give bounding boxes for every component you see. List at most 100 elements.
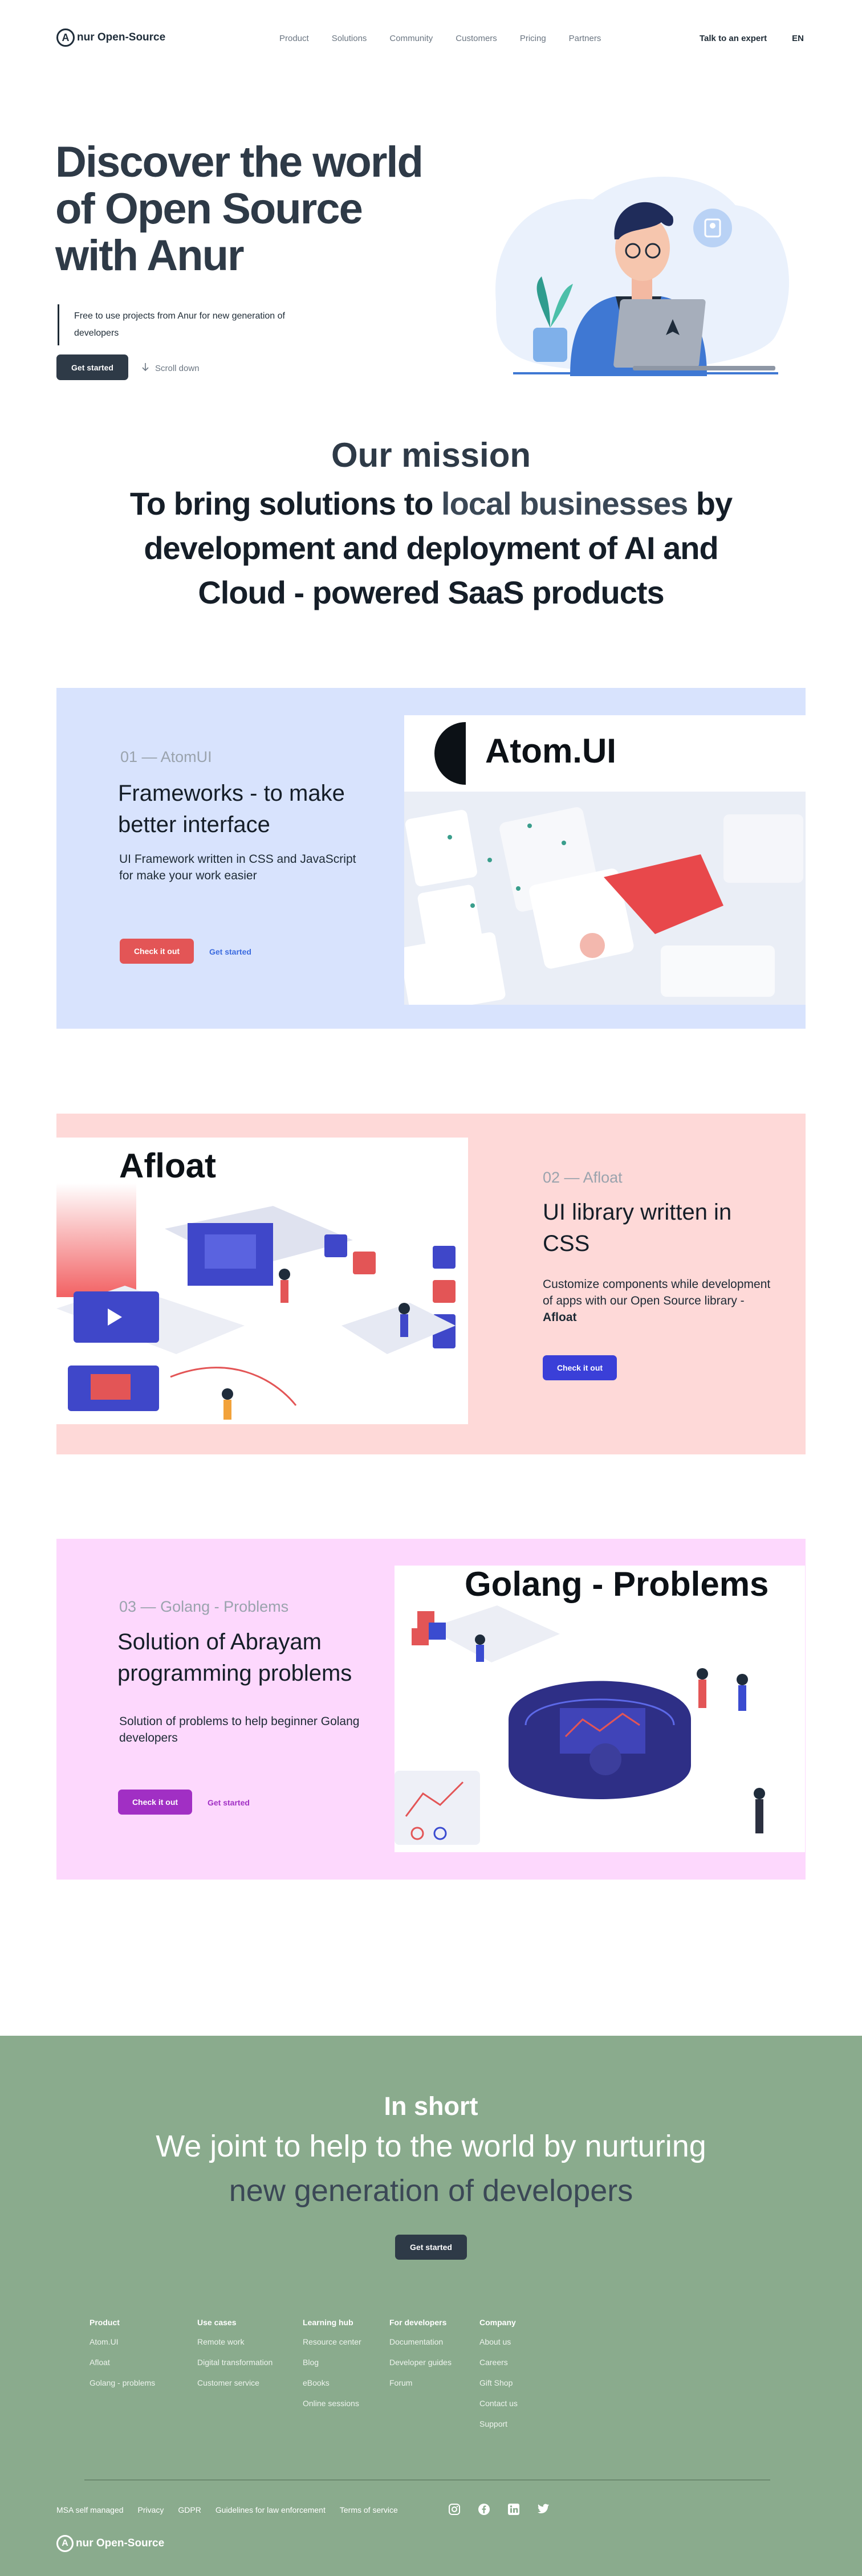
card-project-name: Golang - Problems [160, 1598, 289, 1615]
card-description: UI Framework written in CSS and JavaScri… [119, 853, 356, 882]
linkedin-icon[interactable] [507, 2503, 520, 2518]
footer-link[interactable]: Golang - problems [90, 2378, 155, 2387]
footer-link[interactable]: Customer service [197, 2378, 273, 2387]
legal-link-msa[interactable]: MSA self managed [56, 2505, 124, 2514]
logo-text: nur Open-Source [77, 31, 166, 43]
card-number-dash: — [137, 748, 161, 765]
card-number: 03 — Golang - Problems [119, 1598, 288, 1616]
golang-check-it-out-button[interactable]: Check it out [118, 1790, 192, 1815]
legal-link-gdpr[interactable]: GDPR [178, 2505, 201, 2514]
instagram-icon[interactable] [448, 2503, 461, 2518]
footer-link[interactable]: About us [479, 2337, 518, 2346]
twitter-icon[interactable] [537, 2503, 550, 2518]
footer-column-title: Company [479, 2318, 516, 2327]
talk-to-expert-link[interactable]: Talk to an expert [700, 34, 767, 43]
footer-heading: In short [384, 2092, 478, 2121]
footer-column-product: Product Atom.UI Afloat Golang - problems [90, 2318, 155, 2399]
mission-text-highlight: local businesses [441, 486, 688, 521]
footer-statement: We joint to help to the world by nurturi… [125, 2124, 737, 2213]
card-number-value: 03 [119, 1598, 137, 1615]
scroll-down-link[interactable]: Scroll down [141, 362, 200, 374]
hero-title: Discover the world of Open Source with A… [55, 138, 424, 280]
footer-column-title: Learning hub [303, 2318, 353, 2327]
menu-item-product[interactable]: Product [279, 34, 309, 43]
afloat-illustration [56, 1138, 468, 1424]
footer-link[interactable]: Atom.UI [90, 2337, 155, 2346]
footer-link[interactable]: Remote work [197, 2337, 273, 2346]
atomui-illustration [404, 792, 806, 1005]
footer-link[interactable]: Gift Shop [479, 2378, 518, 2387]
footer-link[interactable]: Support [479, 2419, 518, 2428]
mission-text-start: To bring solutions to [129, 486, 442, 521]
afloat-preview-image: Afloat [56, 1138, 468, 1424]
footer-link[interactable]: Resource center [303, 2337, 361, 2346]
hero-get-started-button[interactable]: Get started [56, 354, 128, 380]
footer-legal-links: MSA self managed Privacy GDPR Guidelines… [56, 2505, 398, 2514]
top-navigation: A nur Open-Source Product Solutions Comm… [0, 0, 862, 77]
preview-title: Afloat [119, 1147, 216, 1185]
atomui-preview-image: Atom.UI [404, 715, 806, 1005]
logo-icon: A [56, 2535, 74, 2552]
card-description-text: Customize components while development o… [543, 1278, 771, 1307]
facebook-icon[interactable] [478, 2503, 490, 2518]
atomui-check-it-out-button[interactable]: Check it out [120, 939, 194, 964]
project-card-afloat: Afloat 02 — Afloat UI library written in… [56, 1114, 806, 1454]
footer-link[interactable]: Afloat [90, 2358, 155, 2367]
footer-link[interactable]: Online sessions [303, 2399, 361, 2408]
footer-link[interactable]: eBooks [303, 2378, 361, 2387]
footer-link[interactable]: Careers [479, 2358, 518, 2367]
project-card-golang: 03 — Golang - Problems Solution of Abray… [56, 1539, 806, 1880]
menu-item-solutions[interactable]: Solutions [332, 34, 367, 43]
legal-link-privacy[interactable]: Privacy [138, 2505, 164, 2514]
golang-preview-image: Golang - Problems [395, 1566, 805, 1852]
legal-link-guidelines[interactable]: Guidelines for law enforcement [216, 2505, 326, 2514]
footer-link[interactable]: Blog [303, 2358, 361, 2367]
card-number-value: 02 [543, 1169, 560, 1186]
footer-column-title: Use cases [197, 2318, 237, 2327]
footer-column-company: Company About us Careers Gift Shop Conta… [479, 2318, 518, 2440]
footer-column-use-cases: Use cases Remote work Digital transforma… [197, 2318, 273, 2399]
menu-item-community[interactable]: Community [389, 34, 433, 43]
footer-column-title: Product [90, 2318, 120, 2327]
half-circle-logo-icon [434, 722, 466, 785]
card-project-name: AtomUI [160, 748, 212, 765]
preview-title: Golang - Problems [465, 1566, 769, 1603]
card-title: UI library written in CSS [543, 1200, 732, 1256]
footer-text-start: We joint to help to the world by nurturi… [156, 2129, 706, 2163]
mission-statement: To bring solutions to local businesses b… [114, 482, 748, 615]
atomui-get-started-link[interactable]: Get started [209, 947, 251, 956]
footer-text-highlight: new generation of developers [229, 2174, 633, 2208]
footer-link[interactable]: Digital transformation [197, 2358, 273, 2367]
card-number-value: 01 [120, 748, 138, 765]
footer-link[interactable]: Contact us [479, 2399, 518, 2408]
footer-logo[interactable]: A nur Open-Source [56, 2535, 164, 2552]
language-selector[interactable]: EN [792, 34, 804, 43]
main-menu: Product Solutions Community Customers Pr… [279, 34, 601, 43]
card-number: 02 — Afloat [543, 1169, 623, 1187]
golang-illustration [395, 1566, 805, 1852]
footer-get-started-button[interactable]: Get started [395, 2235, 467, 2260]
footer-link[interactable]: Developer guides [389, 2358, 452, 2367]
afloat-check-it-out-button[interactable]: Check it out [543, 1355, 617, 1380]
menu-item-partners[interactable]: Partners [569, 34, 601, 43]
brand-logo[interactable]: A nur Open-Source [56, 28, 165, 47]
scroll-down-label: Scroll down [155, 363, 200, 373]
legal-link-terms[interactable]: Terms of service [340, 2505, 398, 2514]
card-project-name: Afloat [583, 1169, 623, 1186]
social-links [448, 2503, 550, 2518]
footer-link[interactable]: Documentation [389, 2337, 452, 2346]
footer-column-title: For developers [389, 2318, 447, 2327]
arrow-down-icon [141, 362, 149, 374]
card-title: Frameworks - to make better interface [118, 781, 345, 837]
hero-subtitle: Free to use projects from Anur for new g… [58, 304, 320, 345]
card-number-dash: — [560, 1169, 583, 1186]
card-description: Solution of problems to help beginner Go… [119, 1715, 360, 1744]
logo-text: nur Open-Source [76, 2537, 165, 2549]
card-number-dash: — [136, 1598, 161, 1615]
golang-get-started-link[interactable]: Get started [208, 1798, 250, 1807]
nav-actions: Talk to an expert EN [700, 34, 804, 43]
menu-item-customers[interactable]: Customers [456, 34, 497, 43]
menu-item-pricing[interactable]: Pricing [520, 34, 546, 43]
footer-column-learning-hub: Learning hub Resource center Blog eBooks… [303, 2318, 361, 2419]
footer-link[interactable]: Forum [389, 2378, 452, 2387]
